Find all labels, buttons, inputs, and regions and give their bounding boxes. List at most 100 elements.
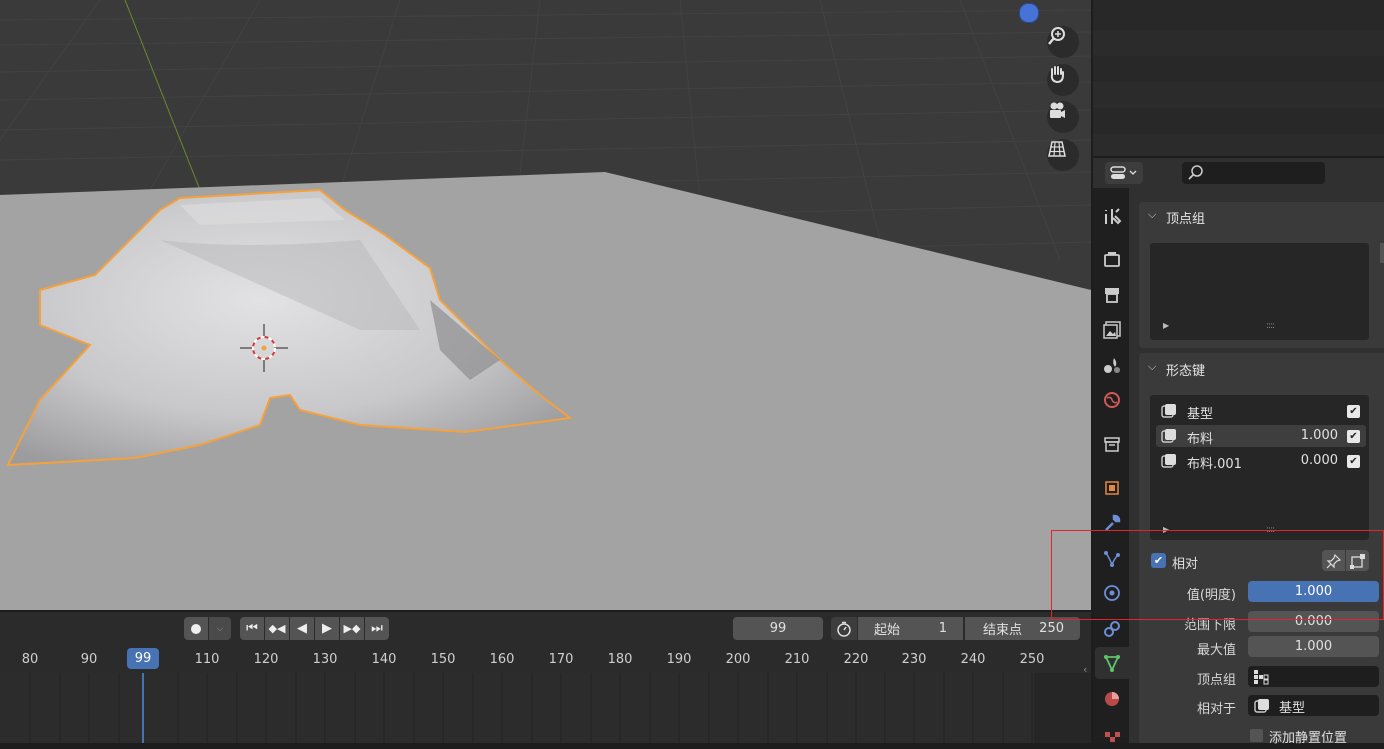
checkmark-icon: ✔ bbox=[1349, 430, 1358, 442]
jump-start-icon: ⏮ bbox=[246, 621, 258, 636]
next-keyframe-button[interactable]: ▶◆ bbox=[340, 617, 364, 640]
vertex-group-field[interactable] bbox=[1248, 666, 1379, 687]
edit-mode-button[interactable] bbox=[1346, 550, 1369, 571]
checkmark-icon: ✔ bbox=[1349, 405, 1358, 417]
vertex-groups-list[interactable]: ▶ :::: bbox=[1150, 243, 1369, 340]
end-frame-label: 结束点 bbox=[983, 623, 1023, 638]
chevron-down-icon[interactable]: ⌵ bbox=[1148, 208, 1156, 222]
add-rest-label[interactable]: 添加静置位置 bbox=[1269, 727, 1347, 746]
tick-label: 120 bbox=[253, 652, 279, 667]
pin-button[interactable] bbox=[1322, 550, 1345, 571]
modifier-tab-icon[interactable] bbox=[1100, 511, 1124, 535]
start-frame-field[interactable]: 起始 1 bbox=[858, 617, 963, 640]
chevron-down-icon[interactable]: ⌵ bbox=[1148, 360, 1156, 374]
stopwatch-icon bbox=[837, 621, 851, 637]
tick-label: 220 bbox=[843, 652, 869, 667]
scene-tab-icon[interactable] bbox=[1100, 353, 1124, 377]
prev-keyframe-button[interactable]: ◆◀ bbox=[265, 617, 289, 640]
resize-handle-icon[interactable]: :::: bbox=[1266, 321, 1275, 331]
timeline-tracks[interactable] bbox=[0, 673, 1091, 743]
particles-tab-icon[interactable] bbox=[1100, 547, 1124, 571]
value-slider[interactable]: 1.000 bbox=[1248, 581, 1379, 602]
playhead-indicator[interactable]: 99 bbox=[127, 648, 159, 669]
pan-hand-icon[interactable] bbox=[1047, 64, 1079, 96]
play-button[interactable]: ▶ bbox=[315, 617, 339, 640]
add-rest-checkbox[interactable] bbox=[1250, 729, 1263, 742]
material-tab-icon[interactable] bbox=[1100, 687, 1124, 711]
grid-view-icon[interactable] bbox=[1047, 139, 1079, 171]
jump-end-button[interactable]: ⏭ bbox=[365, 617, 389, 640]
axis-gizmo-icon[interactable] bbox=[1019, 3, 1039, 23]
end-frame-field[interactable]: 结束点 250 bbox=[965, 617, 1080, 640]
vertex-group-icon bbox=[1254, 670, 1269, 685]
add-group-button[interactable] bbox=[1380, 243, 1384, 263]
3d-viewport[interactable] bbox=[0, 0, 1091, 610]
tick-label: 110 bbox=[194, 652, 220, 667]
expand-arrow-icon[interactable]: ▶ bbox=[1163, 525, 1169, 534]
chevron-down-icon: ⌵ bbox=[216, 623, 224, 634]
tick-label: 160 bbox=[489, 652, 515, 667]
tool-tab-icon[interactable] bbox=[1100, 204, 1124, 228]
list-item[interactable]: 基型 ✔ bbox=[1156, 400, 1366, 422]
view-layer-tab-icon[interactable] bbox=[1100, 318, 1124, 342]
jump-start-button[interactable]: ⏮ bbox=[240, 617, 264, 640]
shape-key-value[interactable]: 0.000 bbox=[1286, 453, 1338, 468]
expand-arrow-icon[interactable]: ▶ bbox=[1163, 321, 1169, 330]
frame-gridlines bbox=[29, 673, 1091, 743]
shape-key-mute-checkbox[interactable]: ✔ bbox=[1347, 430, 1360, 443]
relative-to-field[interactable]: 基型 bbox=[1248, 695, 1379, 716]
world-tab-icon[interactable] bbox=[1100, 388, 1124, 412]
tick-label: 180 bbox=[607, 652, 633, 667]
jump-end-icon: ⏭ bbox=[371, 621, 383, 636]
max-label: 最大值 bbox=[1196, 643, 1236, 658]
tick-label: 140 bbox=[371, 652, 397, 667]
search-input[interactable] bbox=[1182, 162, 1325, 184]
texture-tab-icon[interactable] bbox=[1100, 725, 1124, 749]
shape-key-mute-checkbox[interactable]: ✔ bbox=[1347, 455, 1360, 468]
tick-label: 230 bbox=[901, 652, 927, 667]
play-reverse-icon: ◀ bbox=[297, 621, 307, 636]
shape-key-value[interactable]: 1.000 bbox=[1286, 428, 1338, 443]
shape-keys-title[interactable]: 形态键 bbox=[1166, 360, 1205, 379]
constraints-tab-icon[interactable] bbox=[1100, 617, 1124, 641]
range-min-field[interactable]: 0.000 bbox=[1248, 611, 1379, 632]
prev-keyframe-icon: ◆◀ bbox=[268, 622, 286, 635]
properties-editor-icon bbox=[1110, 166, 1137, 179]
outliner-panel[interactable] bbox=[1093, 0, 1384, 156]
tick-label: 80 bbox=[21, 652, 39, 667]
list-item[interactable]: 布料 1.000 ✔ bbox=[1156, 425, 1366, 447]
output-tab-icon[interactable] bbox=[1100, 283, 1124, 307]
y-axis-line bbox=[124, 0, 201, 191]
tick-label: 210 bbox=[784, 652, 810, 667]
start-frame-value: 1 bbox=[938, 621, 947, 636]
shape-key-name: 基型 bbox=[1187, 407, 1214, 422]
value-label: 值(明度) bbox=[1186, 588, 1236, 603]
mesh-data-tab-icon[interactable] bbox=[1100, 651, 1124, 675]
relative-checkbox[interactable]: ✔ bbox=[1151, 553, 1166, 568]
relative-label[interactable]: 相对 bbox=[1172, 553, 1198, 572]
tick-label: 240 bbox=[960, 652, 986, 667]
play-reverse-button[interactable]: ◀ bbox=[290, 617, 314, 640]
physics-tab-icon[interactable] bbox=[1100, 581, 1124, 605]
keying-dropdown[interactable]: ⌵ bbox=[209, 617, 231, 640]
timeline-ruler[interactable]: 80 90 110 120 130 140 150 160 170 180 19… bbox=[0, 645, 1091, 676]
object-tab-icon[interactable] bbox=[1100, 476, 1124, 500]
resize-handle-icon[interactable]: :::: bbox=[1266, 525, 1275, 535]
shape-key-mute-checkbox[interactable]: ✔ bbox=[1347, 405, 1360, 418]
tick-label: 250 bbox=[1019, 652, 1045, 667]
stopwatch-button[interactable] bbox=[831, 617, 857, 640]
vertex-groups-title[interactable]: 顶点组 bbox=[1166, 208, 1205, 227]
editor-type-button[interactable] bbox=[1105, 162, 1143, 184]
tick-label: 150 bbox=[430, 652, 456, 667]
camera-icon[interactable] bbox=[1047, 101, 1079, 133]
record-button[interactable] bbox=[184, 617, 208, 640]
checkmark-icon: ✔ bbox=[1349, 455, 1358, 467]
max-field[interactable]: 1.000 bbox=[1248, 636, 1379, 657]
list-item[interactable]: 布料.001 0.000 ✔ bbox=[1156, 450, 1366, 472]
shape-key-name: 布料 bbox=[1187, 432, 1214, 447]
play-icon: ▶ bbox=[322, 621, 332, 636]
zoom-icon[interactable] bbox=[1047, 26, 1079, 58]
collection-tab-icon[interactable] bbox=[1100, 432, 1124, 456]
current-frame-field[interactable]: 99 bbox=[733, 617, 823, 640]
render-tab-icon[interactable] bbox=[1100, 247, 1124, 271]
